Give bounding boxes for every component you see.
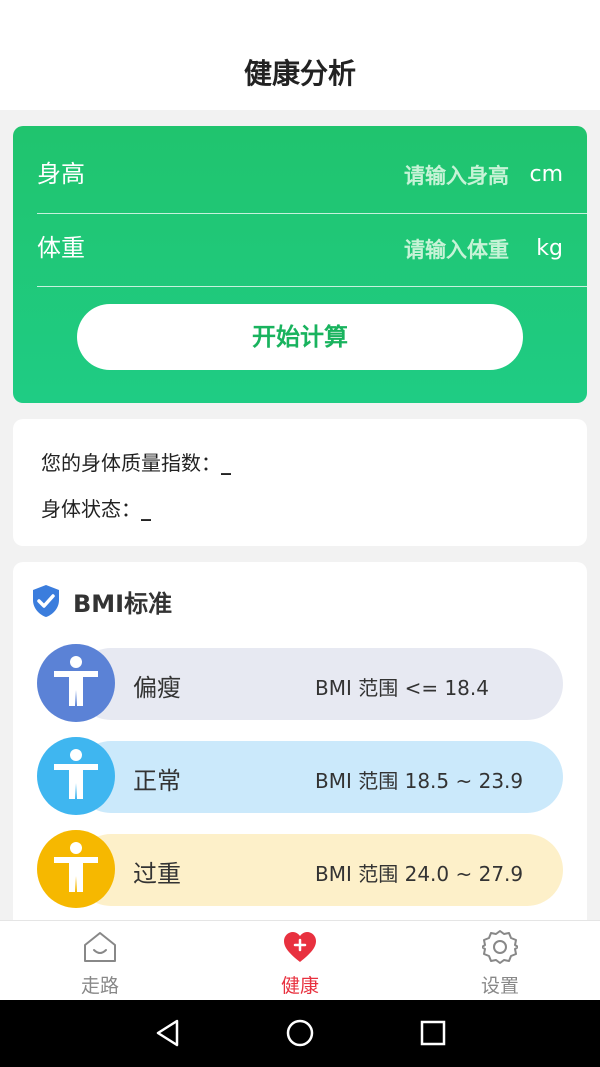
nav-label-health: 健康 bbox=[280, 975, 319, 997]
bmi-category-range: BMI 范围 18.5 ~ 23.9 bbox=[315, 769, 524, 793]
bmi-result-line: 您的身体质量指数：_ bbox=[41, 447, 231, 476]
gear-icon bbox=[482, 930, 518, 964]
heart-plus-icon bbox=[284, 932, 316, 962]
system-navigation-bar bbox=[0, 1000, 600, 1067]
status-result-line: 身体状态：_ bbox=[41, 493, 151, 522]
bmi-row-underweight: 偏瘦 BMI 范围 <= 18.4 bbox=[37, 644, 563, 722]
person-icon bbox=[37, 644, 115, 722]
bmi-category-name: 正常 bbox=[133, 767, 181, 795]
result-card: 您的身体质量指数：_ 身体状态：_ bbox=[13, 419, 587, 546]
weight-label: 体重 bbox=[37, 234, 85, 262]
weight-row: 体重 kg bbox=[37, 200, 563, 272]
app-header: 健康分析 bbox=[0, 0, 600, 110]
bmi-category-name: 过重 bbox=[133, 860, 181, 888]
person-icon bbox=[37, 830, 115, 908]
height-label: 身高 bbox=[37, 160, 85, 188]
shield-check-icon bbox=[33, 585, 59, 617]
nav-item-settings[interactable]: 设置 bbox=[400, 921, 600, 1001]
bmi-category-name: 偏瘦 bbox=[133, 674, 181, 702]
status-result-label: 身体状态： bbox=[41, 497, 141, 521]
height-row: 身高 cm bbox=[37, 126, 563, 198]
bmi-category-range: BMI 范围 24.0 ~ 27.9 bbox=[315, 862, 524, 886]
bmi-input-card: 身高 cm 体重 kg 开始计算 bbox=[13, 126, 587, 403]
back-icon[interactable] bbox=[153, 1018, 183, 1048]
status-result-value: _ bbox=[141, 497, 151, 521]
bmi-standard-card: BMI标准 偏瘦 BMI 范围 <= 18.4 正常 BMI 范围 18.5 ~… bbox=[13, 562, 587, 922]
page-title: 健康分析 bbox=[243, 57, 356, 90]
recents-icon[interactable] bbox=[418, 1018, 448, 1048]
nav-item-walk[interactable]: 走路 bbox=[0, 921, 200, 1001]
home-icon[interactable] bbox=[285, 1018, 315, 1048]
nav-label-settings: 设置 bbox=[480, 975, 519, 997]
nav-item-health[interactable]: 健康 bbox=[200, 921, 400, 1001]
bottom-nav: 走路 健康 设置 bbox=[0, 920, 600, 1001]
bmi-row-overweight: 过重 BMI 范围 24.0 ~ 27.9 bbox=[37, 830, 563, 908]
bmi-row-normal: 正常 BMI 范围 18.5 ~ 23.9 bbox=[37, 737, 563, 815]
bmi-result-value: _ bbox=[221, 451, 231, 475]
divider bbox=[37, 286, 587, 287]
bmi-result-label: 您的身体质量指数： bbox=[41, 451, 221, 475]
person-icon bbox=[37, 737, 115, 815]
start-calculate-button[interactable]: 开始计算 bbox=[77, 304, 523, 370]
bmi-standard-title: BMI标准 bbox=[73, 590, 173, 618]
weight-unit: kg bbox=[536, 236, 563, 261]
weight-input[interactable] bbox=[307, 238, 511, 264]
nav-label-walk: 走路 bbox=[80, 975, 119, 997]
height-unit: cm bbox=[529, 162, 563, 187]
height-input[interactable] bbox=[307, 164, 511, 190]
home-smile-icon bbox=[84, 932, 116, 962]
bmi-category-range: BMI 范围 <= 18.4 bbox=[315, 676, 489, 700]
